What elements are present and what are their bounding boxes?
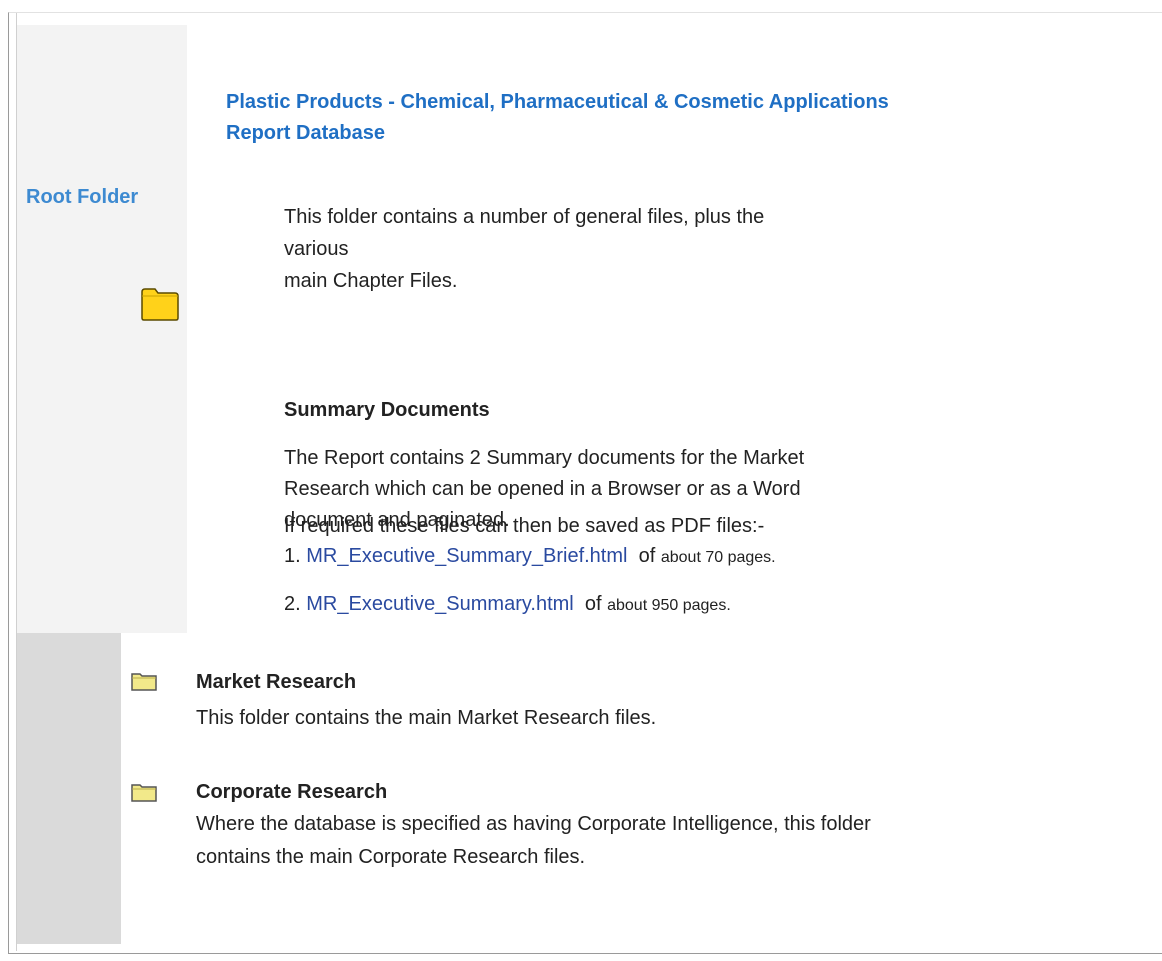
list-of: of bbox=[584, 593, 602, 615]
page-title: Plastic Products - Chemical, Pharmaceuti… bbox=[226, 87, 1136, 149]
corporate-research-description: Where the database is specified as havin… bbox=[196, 808, 1016, 874]
summary-body-line-2: Research which can be opened in a Browse… bbox=[284, 478, 801, 500]
list-item: 1. MR_Executive_Summary_Brief.html of ab… bbox=[284, 545, 776, 568]
executive-summary-brief-link[interactable]: MR_Executive_Summary_Brief.html bbox=[306, 545, 627, 567]
intro-text: This folder contains a number of general… bbox=[284, 201, 804, 297]
intro-line-1: This folder contains a number of general… bbox=[284, 206, 765, 260]
list-of: of bbox=[638, 545, 656, 567]
summary-pdf-note: If required these files can then be save… bbox=[284, 515, 765, 537]
root-folder-label: Root Folder bbox=[26, 186, 139, 208]
folder-icon[interactable] bbox=[140, 286, 180, 322]
summary-body-line-1: The Report contains 2 Summary documents … bbox=[284, 447, 805, 469]
list-number: 1. bbox=[284, 545, 301, 567]
corporate-research-line-2: contains the main Corporate Research fil… bbox=[196, 846, 586, 868]
corporate-research-line-1: Where the database is specified as havin… bbox=[196, 813, 871, 835]
market-research-title[interactable]: Market Research bbox=[196, 671, 356, 694]
title-line-2: Report Database bbox=[226, 122, 385, 144]
folder-icon[interactable] bbox=[130, 670, 158, 692]
summary-heading: Summary Documents bbox=[284, 399, 490, 421]
corporate-research-title[interactable]: Corporate Research bbox=[196, 781, 387, 804]
list-item: 2. MR_Executive_Summary.html of about 95… bbox=[284, 593, 731, 616]
list-number: 2. bbox=[284, 593, 301, 615]
sidebar-panel-top bbox=[17, 25, 187, 633]
executive-summary-link[interactable]: MR_Executive_Summary.html bbox=[306, 593, 573, 615]
title-line-1: Plastic Products - Chemical, Pharmaceuti… bbox=[226, 91, 889, 113]
list-pages: about 70 pages. bbox=[660, 549, 776, 566]
sidebar-panel-bottom bbox=[17, 633, 121, 944]
folder-icon[interactable] bbox=[130, 781, 158, 803]
intro-line-2: main Chapter Files. bbox=[284, 270, 458, 292]
list-pages: about 950 pages. bbox=[607, 597, 731, 614]
market-research-description: This folder contains the main Market Res… bbox=[196, 707, 657, 729]
